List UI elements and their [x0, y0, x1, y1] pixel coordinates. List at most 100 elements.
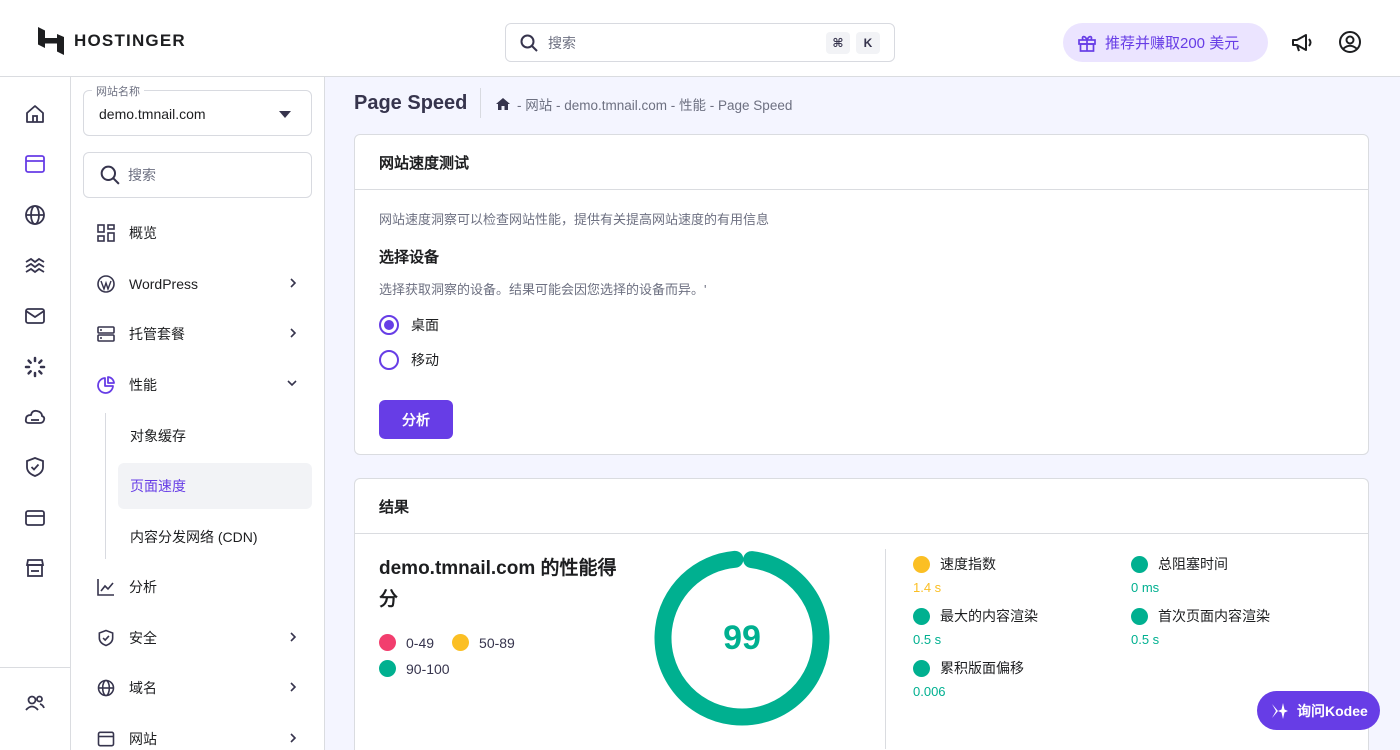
hostinger-logo-icon — [38, 27, 64, 55]
metric-first-contentful-paint: 首次页面内容渲染 0.5 s — [1131, 606, 1270, 647]
device-option-mobile[interactable]: 移动 — [379, 350, 439, 370]
radio-selected-icon[interactable] — [379, 315, 399, 335]
globe-icon — [97, 679, 115, 697]
pie-chart-icon — [97, 376, 115, 394]
sidebar-item-domains[interactable]: 域名 — [83, 665, 312, 711]
page-title: Page Speed — [354, 92, 468, 114]
sidebar-subitem-object-cache[interactable]: 对象缓存 — [118, 413, 312, 459]
chevron-right-icon — [290, 278, 297, 288]
metric-value: 0.5 s — [1131, 632, 1160, 647]
metric-label: 速度指数 — [940, 556, 996, 572]
cloud-icon[interactable] — [23, 405, 47, 429]
submenu-guide-line — [105, 413, 106, 559]
metric-label: 首次页面内容渲染 — [1158, 608, 1270, 624]
search-icon — [520, 34, 538, 52]
home-icon[interactable] — [23, 102, 47, 126]
dashboard-icon — [97, 224, 115, 242]
website-icon — [97, 731, 115, 747]
metric-largest-contentful-paint: 最大的内容渲染 0.5 s — [913, 606, 1038, 647]
legend-label: 0-49 — [406, 634, 435, 651]
email-icon[interactable] — [23, 304, 47, 328]
sidebar-item-website[interactable]: 网站 — [83, 716, 312, 750]
sidebar-item-label: 托管套餐 — [129, 326, 185, 342]
ask-kodee-label: 询问Kodee — [1297, 702, 1368, 719]
billing-icon[interactable] — [23, 506, 47, 530]
home-icon[interactable] — [495, 96, 511, 112]
legend-label: 50-89 — [479, 634, 515, 651]
yellow-dot-icon — [452, 634, 470, 651]
server-icon — [97, 326, 115, 342]
sidebar-item-overview[interactable]: 概览 — [83, 210, 312, 256]
sidebar-item-label: 分析 — [129, 579, 157, 595]
metric-speed-index: 速度指数 1.4 s — [913, 554, 996, 595]
sidebar-item-label: 域名 — [129, 680, 157, 696]
radio-unselected-icon[interactable] — [379, 350, 399, 370]
device-option-desktop[interactable]: 桌面 — [379, 315, 439, 335]
global-search-input[interactable]: 搜索 ⌘ K — [505, 23, 895, 62]
shortcut-key-k: K — [856, 31, 880, 54]
ask-kodee-button[interactable]: 询问Kodee — [1257, 691, 1380, 730]
metric-label: 最大的内容渲染 — [940, 608, 1038, 624]
sidebar-item-analytics[interactable]: 分析 — [83, 564, 312, 610]
dropdown-caret-icon — [279, 111, 291, 118]
sidebar-item-hosting-plan[interactable]: 托管套餐 — [83, 311, 312, 357]
users-icon[interactable] — [23, 691, 47, 715]
sidebar-item-security[interactable]: 安全 — [83, 615, 312, 661]
title-divider — [480, 88, 481, 118]
chevron-right-icon — [290, 328, 297, 338]
results-card: 结果 demo.tmnail.com 的性能得分 0-49 50-89 90-1… — [354, 478, 1369, 750]
sidebar-item-wordpress[interactable]: WordPress — [83, 261, 312, 307]
logo-text: HOSTINGER — [74, 31, 186, 50]
left-rail — [0, 77, 71, 750]
hosting-icon[interactable] — [23, 254, 47, 278]
website-icon[interactable] — [23, 152, 47, 176]
kodee-sparkle-icon — [1272, 702, 1288, 719]
results-divider — [885, 549, 886, 749]
green-dot-icon — [379, 660, 396, 677]
metric-value: 1.4 s — [913, 580, 942, 595]
speed-test-description: 网站速度洞察可以检查网站性能，提供有关提高网站速度的有用信息 — [379, 212, 770, 227]
loading-icon[interactable] — [23, 355, 47, 379]
legend-row: 0-49 50-89 — [379, 634, 515, 651]
chevron-right-icon — [290, 682, 297, 692]
sidebar-item-label: 概览 — [129, 225, 157, 241]
gift-icon — [1078, 35, 1096, 52]
device-heading: 选择设备 — [379, 249, 440, 266]
sidebar-item-label: 网站 — [129, 731, 157, 747]
sidebar-search-input[interactable]: 搜索 — [83, 152, 312, 198]
site-select[interactable]: 网站名称 demo.tmnail.com — [83, 83, 312, 136]
chevron-right-icon — [290, 632, 297, 642]
shortcut-key-cmd: ⌘ — [826, 31, 850, 54]
refer-earn-button[interactable]: 推荐并赚取200 美元 — [1063, 23, 1268, 62]
chevron-right-icon — [290, 733, 297, 743]
metric-value: 0 ms — [1131, 580, 1160, 595]
breadcrumb-path[interactable]: - 网站 - demo.tmnail.com - 性能 - Page Speed — [517, 94, 792, 114]
speed-test-heading: 网站速度测试 — [355, 135, 1368, 190]
account-icon[interactable] — [1338, 30, 1362, 54]
rail-divider — [0, 667, 70, 668]
metric-total-blocking-time: 总阻塞时间 0 ms — [1131, 554, 1228, 595]
metric-label: 总阻塞时间 — [1158, 556, 1228, 572]
sidebar-subitem-cdn[interactable]: 内容分发网络 (CDN) — [118, 514, 312, 560]
green-dot-icon — [913, 659, 930, 677]
green-dot-icon — [1131, 607, 1148, 625]
analyze-button[interactable]: 分析 — [379, 400, 453, 439]
sidebar-subitem-page-speed[interactable]: 页面速度 — [118, 463, 312, 509]
megaphone-icon[interactable] — [1290, 30, 1314, 54]
results-heading: 结果 — [355, 479, 1368, 534]
sidebar-item-label: WordPress — [129, 276, 198, 292]
sidebar-item-label: 安全 — [129, 630, 157, 646]
green-dot-icon — [913, 607, 930, 625]
breadcrumb: - 网站 - demo.tmnail.com - 性能 - Page Speed — [495, 94, 792, 114]
sidebar-item-performance[interactable]: 性能 — [83, 362, 312, 408]
store-icon[interactable] — [23, 556, 47, 580]
device-description: 选择获取洞察的设备。结果可能会因您选择的设备而异。' — [379, 282, 707, 297]
globe-icon[interactable] — [23, 203, 47, 227]
trend-chart-icon — [97, 579, 114, 596]
hostinger-logo[interactable]: HOSTINGER — [38, 27, 186, 55]
shield-icon[interactable] — [23, 455, 47, 479]
site-select-label: 网站名称 — [92, 83, 144, 99]
site-select-value: demo.tmnail.com — [99, 106, 206, 122]
legend-label: 90-100 — [406, 660, 450, 677]
metric-cumulative-layout-shift: 累积版面偏移 0.006 — [913, 658, 1024, 699]
